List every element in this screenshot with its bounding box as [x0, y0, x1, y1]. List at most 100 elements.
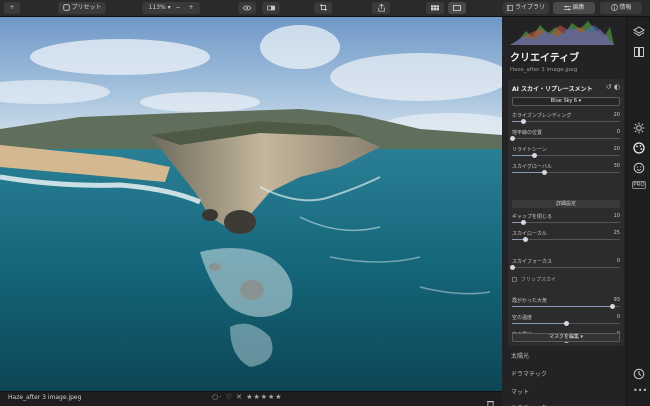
slider-label: 地平線の位置: [512, 130, 543, 136]
slider-value: 20: [613, 146, 620, 152]
slider-track[interactable]: [512, 138, 620, 139]
slider-label: スカイフォーカス: [512, 259, 553, 265]
tab-edit[interactable]: 編集: [553, 2, 595, 14]
slider-fill: [512, 155, 534, 156]
sun-icon[interactable]: [633, 119, 645, 134]
slider[interactable]: スカイローカル 25: [512, 230, 620, 244]
slider-track[interactable]: [512, 222, 620, 223]
slider-value: 20: [613, 112, 620, 118]
preview-eye-button[interactable]: [238, 2, 256, 14]
more-icon[interactable]: •••: [633, 387, 647, 399]
slider-handle[interactable]: [542, 170, 548, 175]
share-icon: [377, 3, 385, 12]
trash-icon[interactable]: [487, 394, 495, 406]
slider-track[interactable]: [512, 267, 620, 268]
histogram: [510, 21, 614, 45]
single-view-button[interactable]: [448, 2, 466, 14]
presets-button[interactable]: プリセット: [58, 2, 106, 14]
slider-handle[interactable]: [510, 265, 515, 270]
sky-select[interactable]: Blue Sky 6 ▾: [512, 97, 620, 106]
presets-icon: [62, 4, 70, 11]
info-icon: [610, 4, 618, 11]
panel-subtitle: Haze_after 3 image.jpeg: [510, 67, 578, 73]
reset-icon[interactable]: ↺: [606, 83, 612, 91]
stars[interactable]: ★★★★★: [246, 393, 282, 401]
layers-icon[interactable]: [633, 23, 645, 37]
flip-sky-checkbox[interactable]: フリップスカイ: [512, 276, 556, 283]
panel-title: クリエイティブ: [510, 53, 580, 64]
filename-label: Haze_after 3 image.jpeg: [8, 394, 82, 401]
slider-label: スカイローカル: [512, 231, 548, 237]
add-button[interactable]: +: [4, 2, 20, 14]
palette-icon[interactable]: [633, 139, 645, 154]
slider-label: ギャップを閉じる: [512, 214, 553, 220]
slider-value: 30: [613, 163, 620, 169]
slider[interactable]: 空の温度 0: [512, 314, 620, 328]
bottom-bar: Haze_after 3 image.jpeg ○· ♡ ✕ ★★★★★: [0, 391, 502, 406]
slider-track[interactable]: [512, 121, 620, 122]
slider-value: 93: [613, 297, 620, 303]
slider[interactable]: リライトシーン 20: [512, 146, 620, 160]
tool-matte[interactable]: マット: [511, 387, 529, 396]
crop-button[interactable]: [314, 2, 332, 14]
single-view-icon: [453, 4, 461, 11]
flag-icon[interactable]: ○·: [212, 393, 222, 401]
compare-icon[interactable]: [633, 43, 645, 57]
edited-photo: [0, 17, 502, 391]
tab-edit-label: 編集: [572, 4, 585, 11]
face-icon[interactable]: [633, 159, 645, 174]
slider[interactable]: ホライズンブレンディング 20: [512, 112, 620, 126]
flip-sky-label: フリップスカイ: [521, 277, 557, 283]
slider-fill: [512, 172, 545, 173]
compare-button[interactable]: [262, 2, 280, 14]
export-button[interactable]: [372, 2, 390, 14]
slider-fill: [512, 306, 613, 307]
slider[interactable]: 霞がかった大気 93: [512, 297, 620, 311]
slider-handle[interactable]: [520, 220, 526, 225]
grid-icon: [431, 4, 439, 11]
top-toolbar: + プリセット 113% ▾ − + ライブラリ 編集 情報: [0, 0, 650, 17]
edit-mask-button[interactable]: マスクを編集 ▾: [512, 333, 620, 342]
rating-stars[interactable]: ○· ♡ ✕ ★★★★★: [212, 393, 283, 401]
slider-handle[interactable]: [531, 153, 537, 158]
slider-value: 25: [613, 230, 620, 236]
slider-handle[interactable]: [520, 119, 526, 124]
zoom-control[interactable]: 113% ▾ − +: [142, 2, 200, 14]
photo-canvas[interactable]: [0, 17, 502, 391]
slider-value: 0: [616, 258, 620, 264]
slider-handle[interactable]: [522, 237, 528, 242]
adjust-icon: [563, 4, 571, 11]
toggle-icon[interactable]: ◐: [614, 83, 620, 91]
grid-view-button[interactable]: [426, 2, 444, 14]
checkbox-box[interactable]: [512, 277, 517, 282]
slider-handle[interactable]: [564, 321, 569, 326]
library-icon: [507, 4, 514, 11]
advanced-settings-header[interactable]: 詳細設定: [512, 200, 620, 208]
slider[interactable]: スカイグローバル 30: [512, 163, 620, 177]
slider[interactable]: スカイフォーカス 0: [510, 258, 620, 272]
tab-info[interactable]: 情報: [600, 2, 642, 14]
tab-library[interactable]: ライブラリ: [503, 2, 549, 14]
pro-badge[interactable]: PRO: [632, 181, 646, 189]
slider-handle[interactable]: [610, 304, 616, 309]
chevron-down-icon: ▾: [578, 334, 584, 340]
slider-track[interactable]: [512, 239, 620, 240]
slider-label: ホライズンブレンディング: [512, 113, 572, 119]
slider-handle[interactable]: [510, 136, 515, 141]
zoom-out-button[interactable]: −: [176, 4, 181, 11]
edit-mask-label: マスクを編集: [548, 334, 579, 340]
card-controls: ↺ ◐: [606, 83, 620, 91]
slider-label: スカイグローバル: [512, 164, 552, 170]
reject-icon[interactable]: ✕: [236, 393, 243, 401]
slider[interactable]: 地平線の位置 0: [510, 129, 620, 143]
zoom-dropdown-icon[interactable]: ▾: [168, 4, 171, 11]
zoom-in-button[interactable]: +: [188, 4, 193, 11]
tool-sunrays[interactable]: 太陽光: [511, 351, 529, 360]
slider-value: 0: [616, 314, 620, 320]
tab-library-label: ライブラリ: [514, 4, 545, 11]
slider[interactable]: ギャップを閉じる 10: [512, 213, 620, 227]
tool-dramatic[interactable]: ドラマチック: [511, 369, 547, 378]
heart-icon[interactable]: ♡: [226, 393, 233, 401]
history-icon[interactable]: [633, 365, 645, 380]
edit-panel: クリエイティブ Haze_after 3 image.jpeg AI スカイ・リ…: [502, 17, 626, 406]
